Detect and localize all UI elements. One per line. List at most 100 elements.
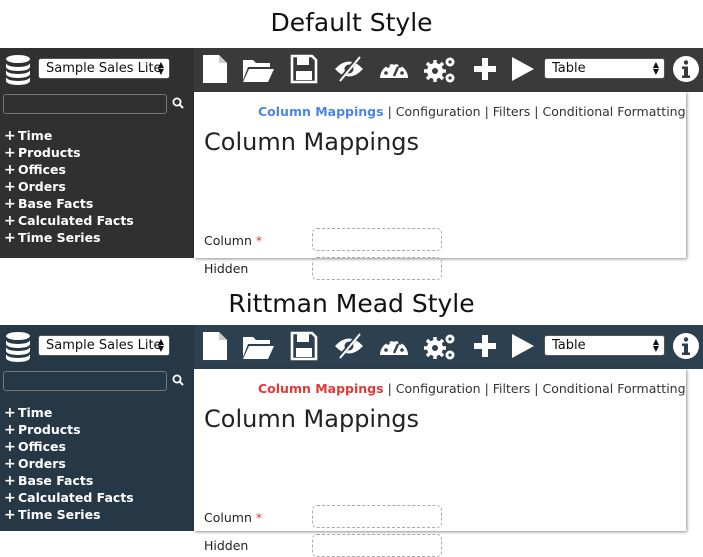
expand-plus-icon: + — [4, 404, 16, 421]
tree-item-base-facts[interactable]: + Base Facts — [4, 472, 134, 489]
search-input[interactable] — [3, 371, 167, 391]
nav-link-conditional-formatting[interactable]: Conditional Formatting — [542, 104, 685, 119]
search-icon[interactable] — [172, 374, 184, 386]
nav-separator: | — [534, 381, 539, 396]
visualisation-select[interactable]: Table ▲ ▼ — [544, 58, 665, 79]
subject-tree: + Time + Products + Offices + Orders + Base F… — [4, 404, 134, 523]
tree-item-label: Products — [18, 145, 81, 160]
tree-item-label: Base Facts — [18, 473, 94, 488]
nav-link-column-mappings[interactable]: Column Mappings — [258, 381, 384, 396]
new-document-icon[interactable] — [201, 54, 229, 84]
nav-separator: | — [387, 381, 392, 396]
tree-item-label: Time — [18, 405, 53, 420]
tree-item-products[interactable]: + Products — [4, 421, 134, 438]
field-label-column: Column * — [204, 233, 262, 248]
nav-link-filters[interactable]: Filters — [493, 104, 530, 119]
new-document-icon[interactable] — [201, 331, 229, 361]
select-arrows-icon: ▲ ▼ — [157, 60, 164, 76]
dashboard-gauge-icon[interactable] — [378, 331, 410, 361]
tree-item-label: Orders — [18, 456, 66, 471]
nav-link-configuration[interactable]: Configuration — [396, 104, 481, 119]
tree-item-time-series[interactable]: + Time Series — [4, 506, 134, 523]
content-pane: Column Mappings | Configuration | Filters | Co… — [194, 92, 686, 280]
field-label-text: Column — [204, 233, 252, 248]
column-drop-zone[interactable] — [312, 228, 442, 251]
expand-plus-icon: + — [4, 161, 16, 178]
save-icon[interactable] — [290, 331, 318, 361]
info-icon[interactable] — [672, 55, 700, 83]
tree-item-base-facts[interactable]: + Base Facts — [4, 195, 134, 212]
database-icon[interactable] — [4, 331, 32, 363]
toolbar: Table ▲ ▼ — [194, 325, 703, 369]
visualisation-select[interactable]: Table ▲ ▼ — [544, 335, 665, 356]
database-icon[interactable] — [4, 54, 32, 86]
settings-gears-icon[interactable] — [423, 331, 457, 361]
tree-item-calculated-facts[interactable]: + Calculated Facts — [4, 489, 134, 506]
expand-plus-icon: + — [4, 421, 16, 438]
dashboard-gauge-icon[interactable] — [378, 54, 410, 84]
select-arrows-icon: ▲ ▼ — [157, 337, 164, 353]
tree-item-time[interactable]: + Time — [4, 127, 134, 144]
tree-item-orders[interactable]: + Orders — [4, 178, 134, 195]
subject-area-select[interactable]: Sample Sales Lite ▲ ▼ — [38, 335, 170, 356]
hide-eye-icon[interactable] — [333, 331, 365, 361]
nav-separator: | — [484, 104, 489, 119]
expand-plus-icon: + — [4, 455, 16, 472]
field-label-hidden: Hidden — [204, 538, 249, 553]
visualisation-value: Table — [552, 338, 586, 353]
nav-separator: | — [534, 104, 539, 119]
column-drop-zone[interactable] — [312, 505, 442, 528]
expand-plus-icon: + — [4, 127, 16, 144]
expand-plus-icon: + — [4, 178, 16, 195]
tree-item-label: Time Series — [18, 507, 101, 522]
subject-area-select[interactable]: Sample Sales Lite ▲ ▼ — [38, 58, 170, 79]
open-folder-icon[interactable] — [241, 331, 275, 361]
hidden-drop-zone[interactable] — [312, 534, 442, 557]
settings-gears-icon[interactable] — [423, 54, 457, 84]
required-marker: * — [255, 233, 263, 248]
field-label-column: Column * — [204, 510, 262, 525]
tree-item-products[interactable]: + Products — [4, 144, 134, 161]
run-play-icon[interactable] — [510, 331, 536, 361]
expand-plus-icon: + — [4, 472, 16, 489]
hide-eye-icon[interactable] — [333, 54, 365, 84]
run-play-icon[interactable] — [510, 54, 536, 84]
nav-link-column-mappings[interactable]: Column Mappings — [258, 104, 384, 119]
style-title: Default Style — [270, 8, 433, 37]
nav-separator: | — [387, 104, 392, 119]
expand-plus-icon: + — [4, 489, 16, 506]
hidden-drop-zone[interactable] — [312, 257, 442, 280]
subject-area-value: Sample Sales Lite — [46, 61, 162, 76]
tree-item-orders[interactable]: + Orders — [4, 455, 134, 472]
search-input[interactable] — [3, 94, 167, 114]
style-title: Rittman Mead Style — [228, 289, 475, 318]
tree-item-label: Time Series — [18, 230, 101, 245]
field-label-hidden: Hidden — [204, 261, 249, 276]
expand-plus-icon: + — [4, 506, 16, 523]
nav-link-conditional-formatting[interactable]: Conditional Formatting — [542, 381, 685, 396]
app-panel-default: Sample Sales Lite ▲ ▼ + Time + Products + Of… — [0, 48, 703, 280]
tree-item-time-series[interactable]: + Time Series — [4, 229, 134, 246]
nav-link-configuration[interactable]: Configuration — [396, 381, 481, 396]
expand-plus-icon: + — [4, 212, 16, 229]
tree-item-time[interactable]: + Time — [4, 404, 134, 421]
tree-item-offices[interactable]: + Offices — [4, 438, 134, 455]
search-icon[interactable] — [172, 97, 184, 109]
expand-plus-icon: + — [4, 438, 16, 455]
nav-link-filters[interactable]: Filters — [493, 381, 530, 396]
app-panel-rittman-mead: Sample Sales Lite ▲ ▼ + Time + Products + Of… — [0, 325, 703, 557]
add-plus-icon[interactable] — [472, 54, 498, 84]
add-plus-icon[interactable] — [472, 331, 498, 361]
select-arrows-icon: ▲ ▼ — [652, 60, 659, 76]
tree-item-label: Base Facts — [18, 196, 94, 211]
save-icon[interactable] — [290, 54, 318, 84]
tree-item-offices[interactable]: + Offices — [4, 161, 134, 178]
tree-item-calculated-facts[interactable]: + Calculated Facts — [4, 212, 134, 229]
info-icon[interactable] — [672, 332, 700, 360]
open-folder-icon[interactable] — [241, 54, 275, 84]
visualisation-value: Table — [552, 61, 586, 76]
expand-plus-icon: + — [4, 144, 16, 161]
tree-item-label: Calculated Facts — [18, 213, 134, 228]
tree-item-label: Products — [18, 422, 81, 437]
config-nav: Column Mappings | Configuration | Filters | Co… — [258, 104, 686, 119]
